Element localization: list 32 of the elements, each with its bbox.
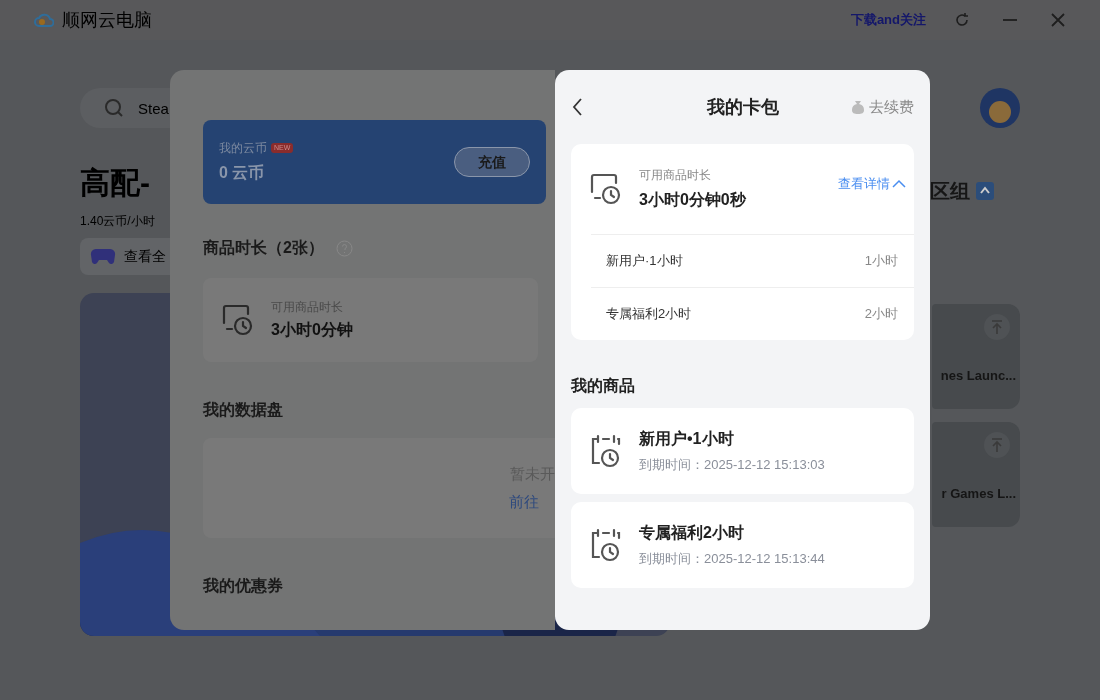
section-heading: 商品时长（2张） [203,238,324,258]
coins-amount: 0 云币 [219,163,266,183]
section-heading: 我的数据盘 [203,400,284,420]
item-duration: 1小时 [864,252,898,271]
game-title: nes Launc... [940,367,1016,385]
section-heading: 我的商品 [571,376,636,396]
game-card[interactable]: r Games L... [932,422,1020,527]
game-title: r Games L... [941,485,1016,503]
recharge-button[interactable]: 充值 [454,147,530,177]
product-name: 新用户•1小时 [639,429,735,450]
drawer-title: 我的卡包 [706,95,779,119]
section-heading: 我的优惠券 [203,576,284,596]
summary-value: 3小时0分钟0秒 [639,190,746,210]
summary-label: 可用商品时长 [639,167,712,184]
item-name: 新用户·1小时 [606,252,683,271]
view-details-link[interactable]: 查看详情 [838,174,906,194]
item-name: 专属福利2小时 [606,305,692,324]
expiry-text: 到期时间：2025-12-12 15:13:03 [639,456,825,475]
view-all-games-button[interactable]: 查看全 [80,238,170,275]
game-card[interactable]: nes Launc... [932,304,1020,409]
page-title: 高配- [80,168,150,198]
coins-label: 我的云币 [219,140,267,157]
product-name: 专属福利2小时 [639,523,745,544]
app-title: 顺网云电脑 [62,8,152,32]
open-link[interactable]: 前往 [509,491,555,514]
item-duration: 2小时 [864,305,898,324]
price-text: 1.40云币/小时 [80,213,155,230]
download-follow-link[interactable]: 下载and关注 [850,10,926,30]
section-title: 区组 [930,179,970,204]
duration-value: 3小时0分钟 [271,320,353,340]
renew-button[interactable]: 去续费 [851,95,914,119]
expiry-text: 到期时间：2025-12-12 15:13:44 [639,550,825,569]
